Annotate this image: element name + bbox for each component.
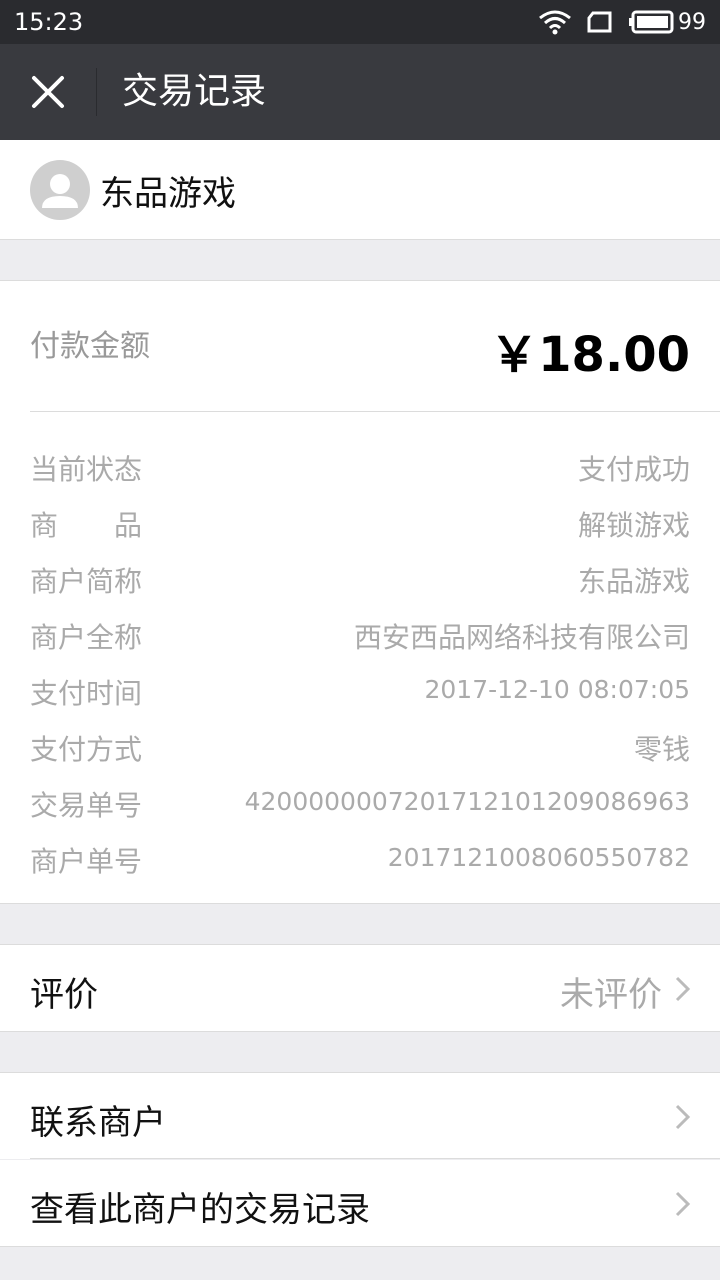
review-status: 未评价 — [560, 975, 662, 1015]
battery-level: 99 — [678, 9, 706, 35]
close-icon — [32, 76, 64, 108]
detail-row-pay-time: 支付时间 2017-12-10 08:07:05 — [30, 672, 690, 712]
merchant-history-label: 查看此商户的交易记录 — [30, 1190, 370, 1230]
row-value: 零钱 — [633, 733, 690, 766]
row-label: 交易单号 — [30, 789, 143, 822]
row-label: 商户单号 — [30, 845, 143, 878]
row-value: 东品游戏 — [577, 565, 690, 598]
chevron-right-icon — [675, 1191, 691, 1217]
row-value: 4200000007201712101209086963 — [244, 787, 690, 816]
payment-detail-card: 付款金额 ￥18.00 当前状态 支付成功 商 品 解锁游戏 商户简称 东品游戏… — [0, 280, 720, 904]
page-title: 交易记录 — [122, 71, 267, 112]
amount-value: ￥18.00 — [490, 327, 690, 383]
merchant-header[interactable]: 东品游戏 — [0, 140, 720, 240]
row-value: 2017-12-10 08:07:05 — [424, 675, 690, 704]
review-cell[interactable]: 评价 未评价 — [0, 944, 720, 1032]
row-value: 20171210080605507​82 — [387, 843, 690, 872]
divider — [30, 411, 720, 412]
chevron-right-icon — [675, 976, 691, 1002]
sim-card-icon — [587, 11, 612, 33]
detail-row-merchant-order-id: 商户单号 20171210080605507​82 — [30, 840, 690, 880]
detail-row-transaction-id: 交易单号 4200000007201712101209086963 — [30, 784, 690, 824]
merchant-name: 东品游戏 — [100, 174, 236, 214]
detail-row-status: 当前状态 支付成功 — [30, 448, 690, 488]
row-label: 当前状态 — [30, 453, 143, 486]
detail-row-pay-method: 支付方式 零钱 — [30, 728, 690, 768]
divider — [30, 1158, 720, 1159]
row-label: 商户简称 — [30, 565, 143, 598]
amount-label: 付款金额 — [30, 329, 150, 364]
wifi-icon — [539, 10, 571, 35]
user-icon — [42, 174, 78, 208]
status-bar: 15:23 99 — [0, 0, 720, 44]
review-label: 评价 — [30, 975, 98, 1015]
title-bar: 交易记录 — [0, 44, 720, 140]
row-value: 解锁游戏 — [577, 509, 690, 542]
row-label: 商 品 — [30, 509, 143, 542]
row-value: 西安西品网络科技有限公司 — [353, 621, 690, 654]
row-value: 支付成功 — [577, 453, 690, 486]
row-label: 商户全称 — [30, 621, 143, 654]
title-divider — [96, 68, 97, 116]
row-label: 支付时间 — [30, 677, 143, 710]
merchant-history-cell[interactable]: 查看此商户的交易记录 — [0, 1160, 720, 1247]
battery-icon — [629, 10, 674, 34]
detail-row-merchant-short: 商户简称 东品游戏 — [30, 560, 690, 600]
chevron-right-icon — [675, 1104, 691, 1130]
detail-row-merchant-full: 商户全称 西安西品网络科技有限公司 — [30, 616, 690, 656]
contact-merchant-label: 联系商户 — [30, 1103, 166, 1143]
row-label: 支付方式 — [30, 733, 143, 766]
avatar — [30, 160, 90, 220]
status-time: 15:23 — [14, 8, 84, 36]
contact-merchant-cell[interactable]: 联系商户 — [0, 1072, 720, 1159]
status-icons: 99 — [538, 6, 706, 38]
close-button[interactable] — [24, 68, 72, 116]
detail-row-product: 商 品 解锁游戏 — [30, 504, 690, 544]
